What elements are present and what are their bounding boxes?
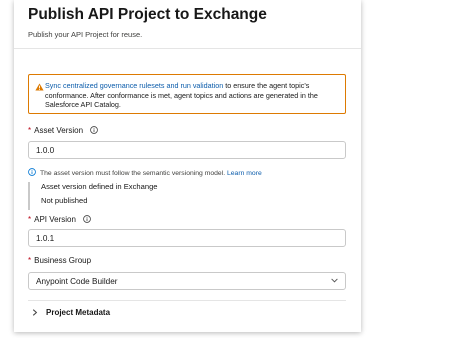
business-group-select[interactable]: Anypoint Code Builder xyxy=(28,272,346,290)
business-group-label-text: Business Group xyxy=(34,256,92,265)
required-marker: * xyxy=(28,215,32,224)
project-metadata-toggle[interactable]: Project Metadata xyxy=(28,308,328,320)
help-text: The asset version must follow the semant… xyxy=(40,170,226,177)
section-divider xyxy=(28,300,346,301)
info-icon[interactable] xyxy=(83,215,92,223)
asset-defined-value: Not published xyxy=(41,196,88,205)
info-icon[interactable] xyxy=(90,126,99,134)
asset-version-defined: Asset version defined in Exchange Not pu… xyxy=(28,180,328,210)
required-marker: * xyxy=(28,256,32,265)
asset-version-input[interactable]: 1.0.0 xyxy=(28,141,346,159)
asset-version-label-text: Asset Version xyxy=(34,126,84,135)
page-title: Publish API Project to Exchange xyxy=(28,6,267,23)
info-circle-icon xyxy=(28,168,36,176)
asset-version-label: * Asset Version xyxy=(28,126,99,135)
learn-more-link[interactable]: Learn more xyxy=(227,170,262,177)
asset-defined-heading: Asset version defined in Exchange xyxy=(41,182,158,191)
api-version-input[interactable]: 1.0.1 xyxy=(28,229,346,247)
dialog-header: Publish API Project to Exchange Publish … xyxy=(14,0,361,49)
business-group-label: * Business Group xyxy=(28,256,91,265)
warning-icon xyxy=(35,83,44,91)
sync-governance-link[interactable]: Sync centralized governance rulesets and… xyxy=(45,81,223,90)
business-group-selected: Anypoint Code Builder xyxy=(36,277,118,286)
api-version-label-text: API Version xyxy=(34,215,76,224)
api-version-label: * API Version xyxy=(28,215,92,224)
page-subtitle: Publish your API Project for reuse. xyxy=(28,30,143,39)
chevron-down-icon xyxy=(331,278,338,283)
publish-dialog: Publish API Project to Exchange Publish … xyxy=(14,0,361,332)
asset-version-help: The asset version must follow the semant… xyxy=(28,168,262,177)
chevron-right-icon xyxy=(32,308,38,316)
governance-warning: Sync centralized governance rulesets and… xyxy=(28,74,346,114)
project-metadata-label: Project Metadata xyxy=(46,308,111,317)
required-marker: * xyxy=(28,126,32,135)
asset-block-divider xyxy=(28,182,30,210)
